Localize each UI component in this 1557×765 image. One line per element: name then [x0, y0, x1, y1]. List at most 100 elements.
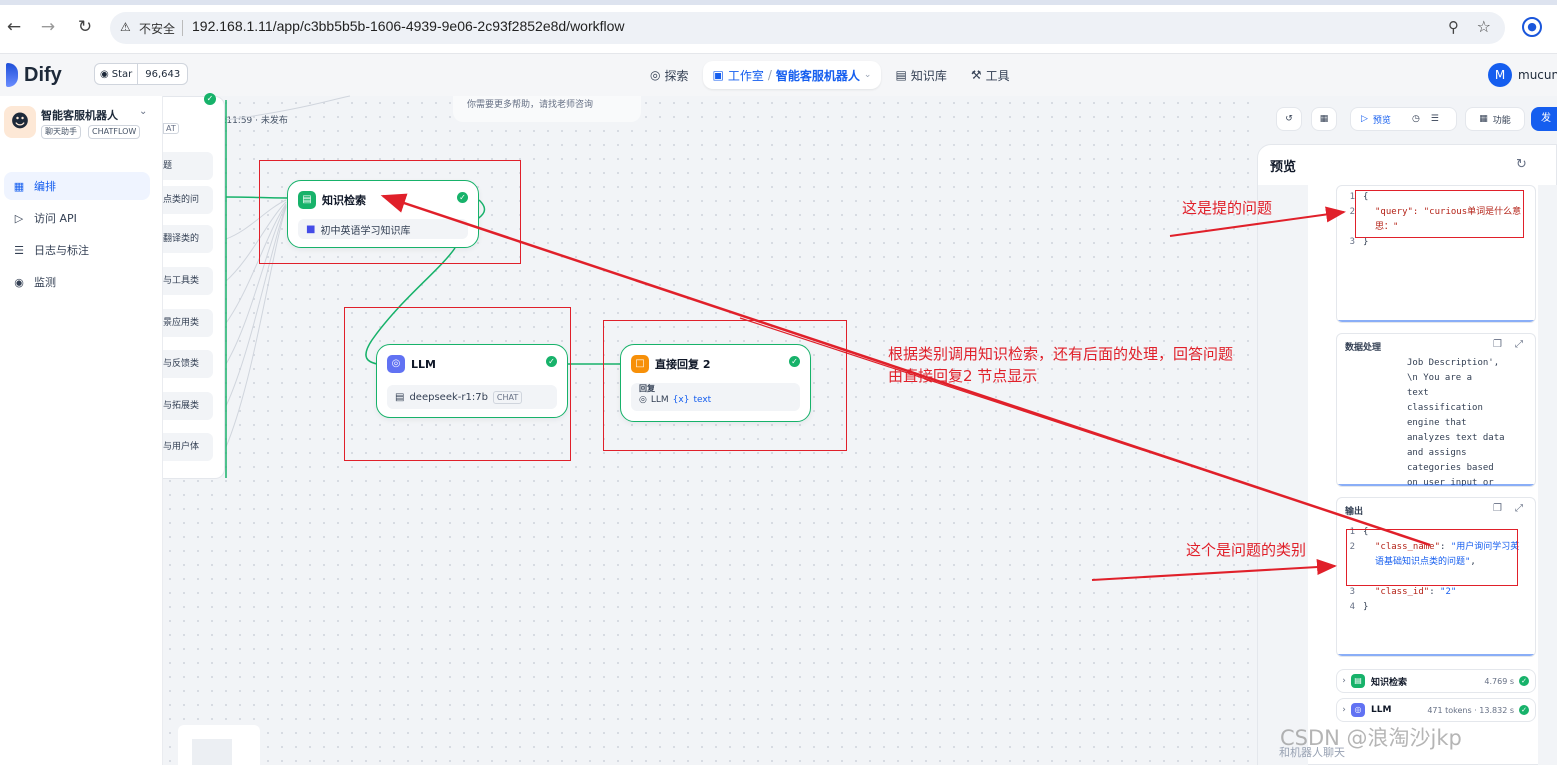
annotation-class-note: 这个是问题的类别 [1186, 541, 1307, 559]
preview-title: 预览 [1270, 160, 1297, 175]
line-number: 3 [1349, 237, 1355, 247]
book-icon: ▤ [895, 68, 907, 82]
terminal-icon: ▷ [14, 211, 24, 225]
avatar[interactable]: M [1488, 63, 1512, 87]
code-line: classification [1407, 403, 1483, 413]
trace-meta: 4.769 s [1484, 676, 1514, 686]
file-list-icon: ☰ [14, 243, 24, 257]
classifier-class-item[interactable]: 点类的问 [163, 186, 213, 214]
classifier-class-item[interactable]: 与反馈类 [163, 350, 213, 378]
nav-studio-app-label[interactable]: 智能客服机器人 [776, 67, 860, 84]
sidebar-item-logs[interactable]: ☰ 日志与标注 [4, 236, 150, 264]
annotation-box-query [1355, 190, 1524, 238]
line-number: 4 [1349, 602, 1355, 612]
dify-logo-mark-icon [6, 63, 18, 87]
app-header: Dify ◉ Star 96,643 ◎ 探索 ▣ 工作室 / 智能客服机器人 ⌄ … [0, 54, 1557, 96]
chevron-right-icon[interactable]: › [1337, 676, 1351, 686]
json-value: "2" [1440, 587, 1457, 597]
github-icon: ◉ [100, 68, 109, 80]
zoom-icon[interactable]: ⚲ [1448, 18, 1459, 36]
chevron-down-icon[interactable]: ⌄ [864, 70, 872, 80]
copy-icon[interactable]: ❐ [1493, 503, 1502, 514]
minimap-viewport [192, 739, 232, 765]
toolbar-conversation-var-button[interactable]: ▦ [1311, 107, 1337, 131]
github-star-button[interactable]: ◉ Star 96,643 [94, 63, 189, 85]
code-line: engine that [1407, 418, 1467, 428]
classifier-chat-tag: AT [163, 123, 179, 134]
browser-profile-icon[interactable]: ● [1522, 17, 1542, 37]
annotation-flow-note-2: 由直接回复2 节点显示 [888, 367, 1038, 385]
address-bar[interactable]: ⚠ 不安全 192.168.1.11/app/c3bb5b5b-1606-493… [110, 12, 1505, 44]
code-line: analyzes text data [1407, 433, 1505, 443]
classifier-class-item[interactable]: 翻译类的 [163, 225, 213, 253]
classifier-class-item[interactable]: 与用户体 [163, 433, 213, 461]
checklist-icon[interactable]: ☰ [1431, 114, 1439, 124]
expand-icon[interactable]: ⤢ [1515, 503, 1523, 514]
app-info-card[interactable]: ☻ 智能客服机器人 ⌄ 聊天助手 CHATFLOW [4, 106, 154, 146]
classifier-class-item[interactable]: 景应用类 [163, 309, 213, 337]
nav-tools[interactable]: ⚒ 工具 [961, 61, 1020, 89]
annotation-box-answer [603, 320, 847, 451]
sidebar-item-label: 监测 [34, 276, 56, 289]
features-button[interactable]: ▦ 功能 [1465, 107, 1525, 131]
code-line: text [1407, 388, 1429, 398]
variable-box-icon: ▦ [1319, 114, 1329, 124]
user-name: mucun [1518, 68, 1557, 82]
toolbar-env-button[interactable]: ↺ [1276, 107, 1302, 131]
robot-icon: ▣ [712, 68, 724, 82]
success-check-icon: ✓ [1519, 676, 1529, 686]
chevron-down-icon[interactable]: ⌄ [139, 106, 147, 117]
code-line: categories based [1407, 463, 1494, 473]
sidebar-item-label: 编排 [34, 180, 56, 193]
sidebar-item-label: 访问 API [34, 212, 77, 225]
classifier-class-item[interactable]: 题 [163, 152, 213, 180]
expand-icon[interactable]: ⤢ [1515, 339, 1523, 350]
github-star-count: 96,643 [145, 68, 181, 80]
grid-icon: ▦ [1479, 114, 1488, 124]
line-number: 2 [1349, 207, 1355, 217]
security-label[interactable]: 不安全 [139, 20, 175, 37]
sidebar-item-orchestrate[interactable]: ▦ 编排 [4, 172, 150, 200]
classifier-class-item[interactable]: 与工具类 [163, 267, 213, 295]
sidebar-item-api[interactable]: ▷ 访问 API [4, 204, 150, 232]
trace-item-llm[interactable]: › ◎ LLM 471 tokens · 13.832 s ✓ [1336, 698, 1536, 722]
preview-button-label[interactable]: 预览 [1373, 113, 1391, 126]
chat-gutter-right [1538, 185, 1557, 765]
url-text[interactable]: 192.168.1.11/app/c3bb5b5b-1606-4939-9e06… [192, 18, 625, 34]
question-classifier-node[interactable]: AT 题 点类的问 翻译类的 与工具类 景应用类 与反馈类 与拓展类 与用户体 … [163, 93, 225, 479]
chevron-right-icon[interactable]: › [1337, 705, 1351, 715]
sidebar-nav: ▦ 编排 ▷ 访问 API ☰ 日志与标注 ◉ 监测 [4, 172, 150, 300]
toolbar-preview-group[interactable]: ▷ 预览 ◷ ☰ [1350, 107, 1457, 131]
logo-text: Dify [24, 63, 62, 86]
back-arrow-icon[interactable]: ← [4, 17, 24, 37]
code-line: and assigns [1407, 448, 1467, 458]
history-icon[interactable]: ◷ [1412, 114, 1420, 124]
nav-divider: / [767, 68, 772, 82]
annotation-box-class [1346, 529, 1518, 586]
nav-knowledge[interactable]: ▤ 知识库 [885, 61, 956, 89]
left-sidebar: ☻ 智能客服机器人 ⌄ 聊天助手 CHATFLOW ▦ 编排 ▷ 访问 API ☰ 日… [0, 96, 163, 765]
nav-explore[interactable]: ◎ 探索 [640, 61, 699, 89]
minimap[interactable] [178, 725, 260, 765]
top-nav: ◎ 探索 ▣ 工作室 / 智能客服机器人 ⌄ ▤ 知识库 ⚒ 工具 [640, 61, 1020, 89]
trace-item-knowledge[interactable]: › ▤ 知识检索 4.769 s ✓ [1336, 669, 1536, 693]
sidebar-item-monitor[interactable]: ◉ 监测 [4, 268, 150, 296]
note-node[interactable]: 你需要更多帮助，请找老师咨询 [453, 96, 641, 122]
dify-logo[interactable]: Dify [6, 62, 62, 88]
processing-pane[interactable]: 数据处理 ❐ ⤢ Job Description', \n You are a … [1336, 333, 1536, 487]
json-key: "class_id" [1375, 587, 1430, 597]
reload-icon[interactable]: ↻ [75, 17, 95, 37]
publish-button[interactable]: 发布 [1531, 107, 1557, 131]
play-icon: ▷ [1361, 114, 1368, 124]
chat-gutter [1258, 185, 1308, 765]
app-type-tag: 聊天助手 [41, 125, 81, 139]
nav-studio[interactable]: ▣ 工作室 / 智能客服机器人 ⌄ [702, 61, 882, 89]
pane-title: 输出 [1345, 507, 1364, 517]
annotation-box-llm [344, 307, 571, 461]
bookmark-star-icon[interactable]: ☆ [1477, 17, 1491, 36]
refresh-icon[interactable]: ↻ [1516, 157, 1527, 172]
classifier-class-item[interactable]: 与拓展类 [163, 392, 213, 420]
forward-arrow-icon[interactable]: → [38, 17, 58, 37]
copy-icon[interactable]: ❐ [1493, 339, 1502, 350]
user-menu[interactable]: M mucun [1488, 63, 1557, 87]
